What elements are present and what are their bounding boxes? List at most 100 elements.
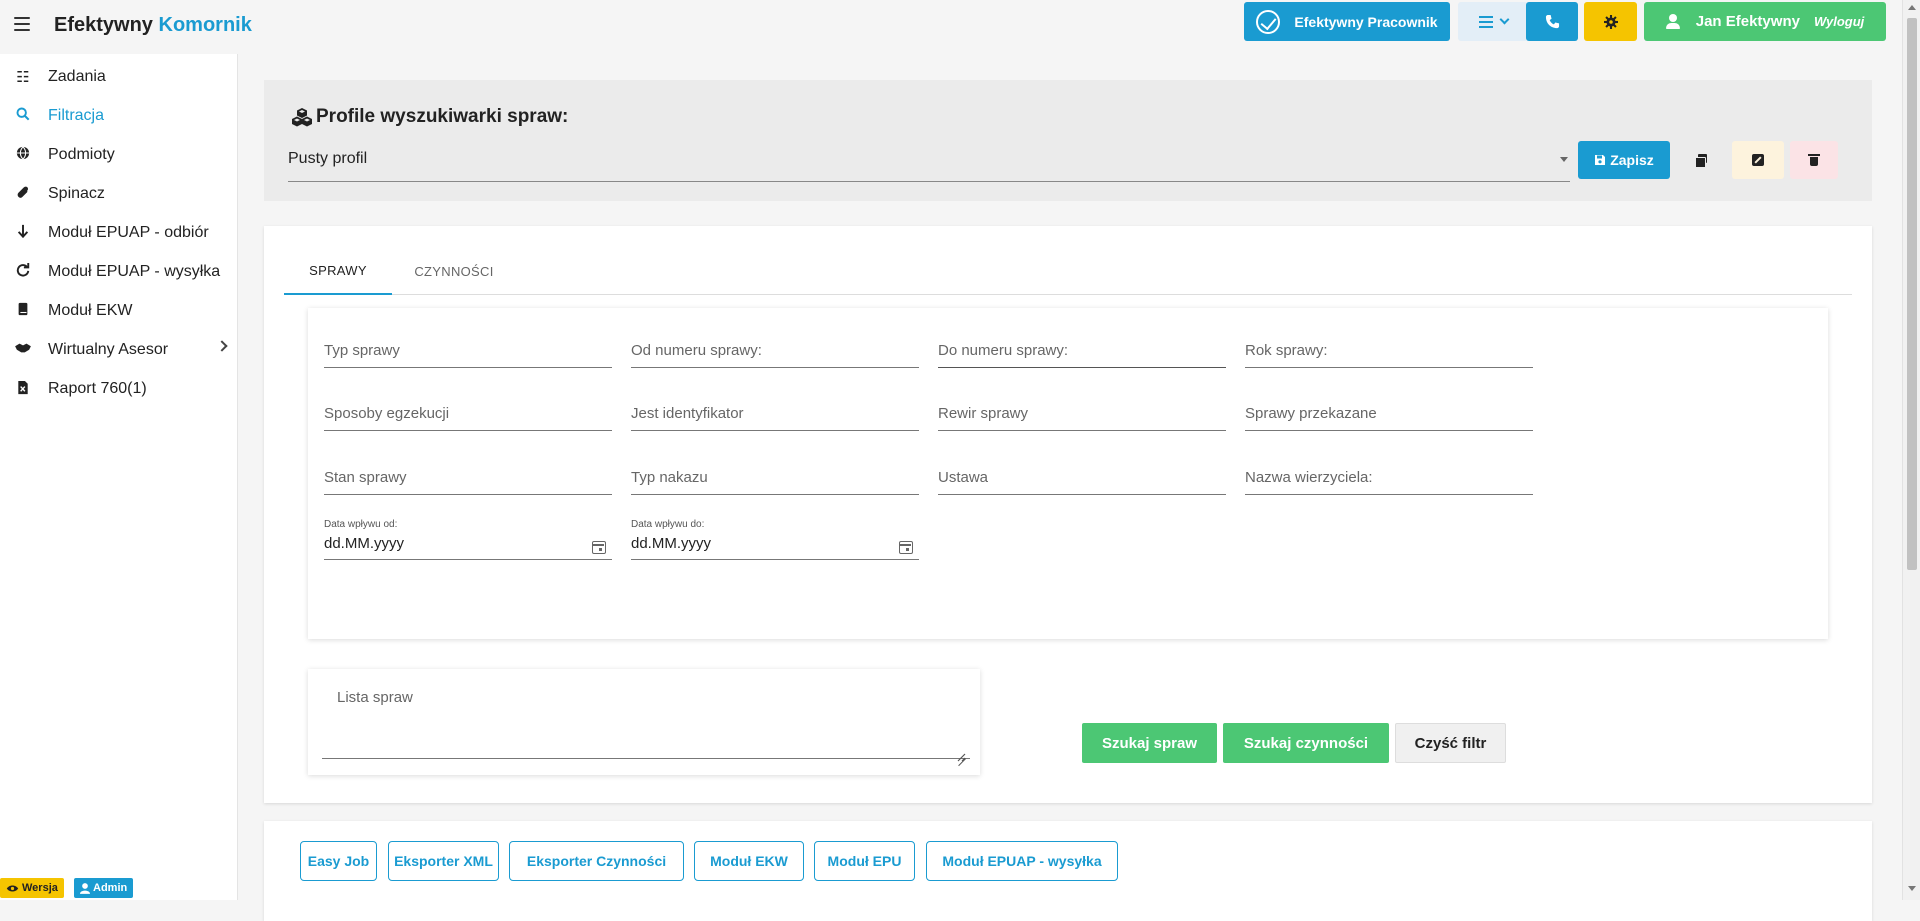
sidebar-item-label: Moduł EPUAP - odbiór [48, 224, 209, 241]
sidebar-item-wirtualny-asesor[interactable]: Wirtualny Asesor [0, 330, 238, 370]
chevron-right-icon [216, 340, 228, 352]
caret-down-icon [1560, 157, 1568, 162]
phone-icon [1545, 14, 1559, 29]
copy-profile-button[interactable] [1678, 141, 1724, 179]
search-cases-button[interactable]: Szukaj spraw [1082, 723, 1217, 763]
calendar-icon[interactable] [592, 541, 606, 554]
sidebar-item-label: Raport 760(1) [48, 380, 147, 397]
data-wplywu-od-value: dd.MM.yyyy [324, 535, 405, 552]
tab-sprawy[interactable]: SPRAWY [284, 248, 392, 295]
list-icon: ☷ [16, 69, 30, 86]
sidebar-item-epuap-odbior[interactable]: Moduł EPUAP - odbiór [0, 213, 238, 253]
settings-button[interactable] [1584, 2, 1637, 41]
module-ekw-button[interactable]: Moduł EKW [694, 841, 804, 881]
sidebar-item-raport[interactable]: Raport 760(1) [0, 369, 238, 409]
sidebar: ☷ Zadania Filtracja Podmioty Spinacz Mod… [0, 54, 238, 900]
user-icon [80, 882, 90, 894]
sidebar-item-label: Spinacz [48, 185, 105, 202]
data-wplywu-do-value: dd.MM.yyyy [631, 535, 712, 552]
module-epu-button[interactable]: Moduł EPU [814, 841, 915, 881]
edit-icon [1752, 154, 1764, 166]
profile-title-text: Profile wyszukiwarki spraw: [316, 106, 569, 127]
phone-button[interactable] [1526, 2, 1578, 41]
book-icon [14, 302, 32, 320]
tab-czynnosci[interactable]: CZYNNOŚCI [392, 248, 516, 295]
do-numeru-sprawy-input[interactable]: Do numeru sprawy: [938, 334, 1226, 368]
version-label: Wersja [22, 882, 58, 894]
save-icon [1595, 155, 1606, 165]
search-actions-button[interactable]: Szukaj czynności [1223, 723, 1389, 763]
admin-badge[interactable]: Admin [74, 878, 134, 898]
eye-icon [6, 884, 19, 892]
page-scrollbar[interactable] [1902, 0, 1920, 900]
efektywny-pracownik-button[interactable]: Efektywny Pracownik [1244, 2, 1450, 41]
admin-label: Admin [93, 882, 128, 894]
bars-icon [1478, 13, 1493, 31]
module-eksporter-czynnosci-button[interactable]: Eksporter Czynności [509, 841, 684, 881]
module-easy-job-button[interactable]: Easy Job [300, 841, 377, 881]
sidebar-item-label: Podmioty [48, 146, 115, 163]
calendar-icon[interactable] [899, 541, 913, 554]
lista-spraw-textarea[interactable]: Lista spraw [308, 669, 980, 775]
trash-icon [1808, 154, 1820, 166]
refresh-icon [14, 263, 32, 281]
typ-sprawy-select[interactable]: Typ sprawy [324, 334, 612, 368]
ustawa-select[interactable]: Ustawa [938, 461, 1226, 495]
copy-icon [1695, 154, 1707, 168]
delete-profile-button[interactable] [1790, 141, 1838, 179]
save-profile-button[interactable]: Zapisz [1578, 141, 1670, 179]
user-icon [1665, 14, 1680, 29]
stan-sprawy-select[interactable]: Stan sprawy [324, 461, 612, 495]
od-numeru-sprawy-input[interactable]: Od numeru sprawy: [631, 334, 919, 368]
app-title-accent: Komornik [158, 14, 252, 36]
app-title: Efektywny Komornik [54, 14, 252, 37]
profile-select[interactable]: Pusty profil [288, 136, 1570, 182]
sidebar-item-label: Wirtualny Asesor [48, 341, 169, 358]
menu-dropdown-button[interactable] [1458, 2, 1528, 41]
check-circle-icon [1256, 9, 1281, 34]
data-wplywu-do-input[interactable]: dd.MM.yyyy [631, 526, 919, 560]
user-account-button[interactable]: Jan Efektywny Wyloguj [1644, 2, 1886, 41]
typ-nakazu-select[interactable]: Typ nakazu [631, 461, 919, 495]
scroll-up-arrow-icon[interactable] [1908, 5, 1916, 10]
search-tabs: SPRAWY CZYNNOŚCI [284, 248, 1852, 295]
efektywny-pracownik-label: Efektywny Pracownik [1294, 13, 1438, 30]
sidebar-item-label: Moduł EPUAP - wysyłka [48, 263, 221, 280]
version-badge[interactable]: Wersja [0, 878, 64, 898]
scroll-thumb[interactable] [1907, 18, 1917, 570]
scroll-down-arrow-icon[interactable] [1908, 886, 1916, 891]
search-card: SPRAWY CZYNNOŚCI Typ sprawy Od numeru sp… [264, 226, 1872, 803]
cubes-icon [290, 107, 314, 127]
sposoby-egzekucji-select[interactable]: Sposoby egzekucji [324, 397, 612, 431]
lista-spraw-underline [322, 758, 970, 759]
save-label: Zapisz [1610, 152, 1654, 168]
arrow-down-icon [14, 224, 32, 242]
sidebar-item-epuap-wysylka[interactable]: Moduł EPUAP - wysyłka [0, 252, 238, 292]
module-epuap-wysylka-button[interactable]: Moduł EPUAP - wysyłka [926, 841, 1118, 881]
gear-icon [1603, 14, 1618, 29]
jest-identyfikator-select[interactable]: Jest identyfikator [631, 397, 919, 431]
user-name: Jan Efektywny [1695, 13, 1800, 30]
sidebar-item-label: Filtracja [48, 107, 105, 124]
modules-card: Easy Job Eksporter XML Eksporter Czynnoś… [264, 821, 1872, 921]
sprawy-przekazane-select[interactable]: Sprawy przekazane [1245, 397, 1533, 431]
sidebar-item-spinacz[interactable]: Spinacz [0, 174, 238, 214]
edit-profile-button[interactable] [1732, 141, 1784, 179]
rok-sprawy-input[interactable]: Rok sprawy: [1245, 334, 1533, 368]
nazwa-wierzyciela-input[interactable]: Nazwa wierzyciela: [1245, 461, 1533, 495]
sidebar-item-podmioty[interactable]: Podmioty [0, 135, 238, 175]
logout-link[interactable]: Wyloguj [1814, 14, 1864, 29]
app-title-main: Efektywny [54, 14, 153, 36]
sidebar-item-zadania[interactable]: ☷ Zadania [0, 57, 238, 97]
resize-handle-icon[interactable] [956, 749, 966, 762]
paperclip-icon [14, 185, 32, 204]
module-eksporter-xml-button[interactable]: Eksporter XML [388, 841, 499, 881]
excel-file-icon [14, 380, 32, 399]
data-wplywu-od-input[interactable]: dd.MM.yyyy [324, 526, 612, 560]
search-icon [14, 107, 32, 125]
hamburger-menu-icon[interactable] [14, 17, 30, 31]
clear-filter-button[interactable]: Czyść filtr [1395, 723, 1506, 763]
rewir-sprawy-select[interactable]: Rewir sprawy [938, 397, 1226, 431]
sidebar-item-filtracja[interactable]: Filtracja [0, 96, 238, 136]
sidebar-item-ekw[interactable]: Moduł EKW [0, 291, 238, 331]
